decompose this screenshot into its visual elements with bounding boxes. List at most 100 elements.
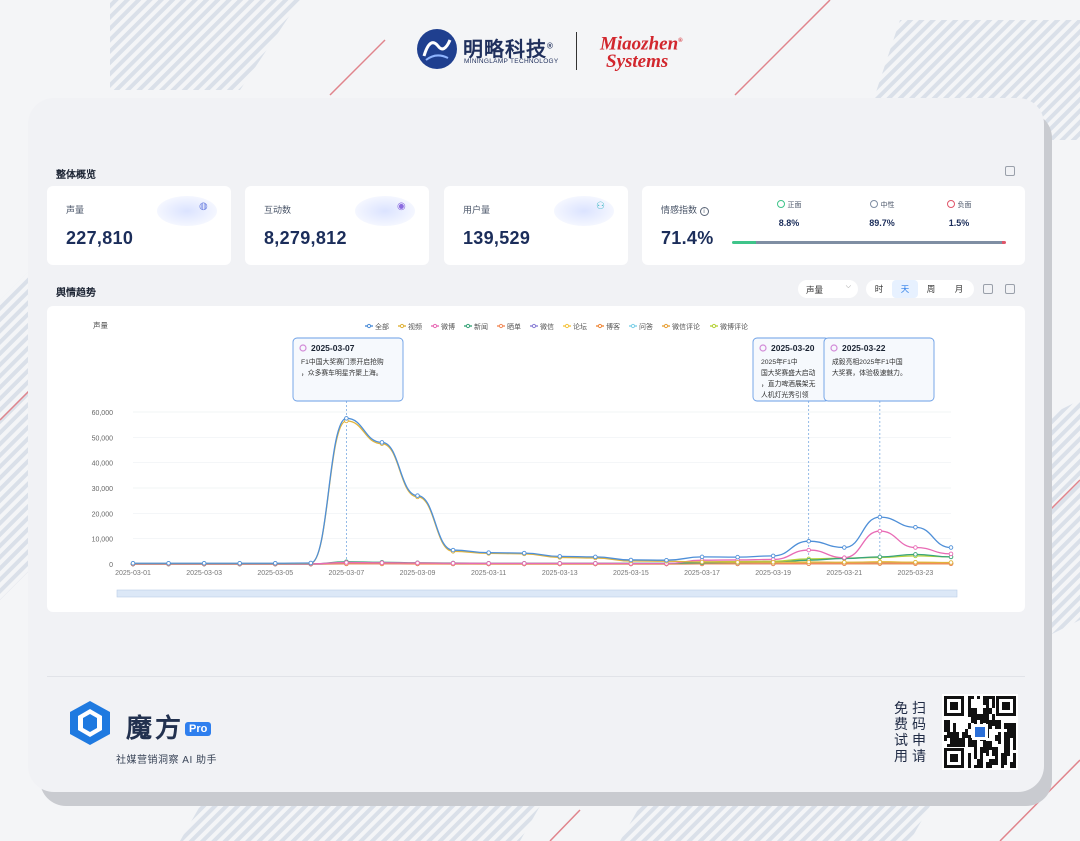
callout-date: 2025-03-20 bbox=[771, 343, 815, 353]
data-point bbox=[877, 559, 883, 565]
cta-free-trial: 免费试用 bbox=[894, 700, 908, 764]
legend-item: 晒单 bbox=[497, 322, 521, 331]
smile-icon bbox=[776, 200, 785, 208]
stat-value: 139,529 bbox=[463, 228, 531, 248]
data-point bbox=[593, 554, 598, 560]
data-point bbox=[273, 560, 278, 566]
legend-label: 问答 bbox=[639, 322, 653, 331]
download-icon[interactable] bbox=[1005, 284, 1015, 294]
stat-card-sentiment: 情感指数 i 71.4% 正面 8.8% 中性 89.7% 负面 1.5% bbox=[642, 186, 1025, 265]
x-tick-label: 2025-03-01 bbox=[115, 570, 151, 577]
overview-title: 整体概览 bbox=[56, 170, 96, 181]
company-subtitle: MININGLAMP TECHNOLOGY bbox=[464, 58, 559, 65]
legend-marker bbox=[498, 323, 504, 329]
footer-divider bbox=[47, 676, 1025, 677]
data-point bbox=[806, 538, 811, 544]
data-point bbox=[664, 557, 669, 563]
x-tick-label: 2025-03-15 bbox=[613, 570, 649, 577]
legend-item: 微博评论 bbox=[710, 322, 748, 331]
stat-label: 互动数 bbox=[264, 205, 292, 215]
stat-label: 声量 bbox=[66, 205, 85, 215]
legend-marker bbox=[597, 323, 603, 329]
legend-marker bbox=[711, 323, 717, 329]
data-point bbox=[806, 547, 811, 553]
x-tick-label: 2025-03-03 bbox=[186, 570, 222, 577]
data-point bbox=[166, 560, 171, 566]
neutral-face-icon bbox=[869, 200, 878, 208]
annotation-callout: 2025-03-20 2025年F1中国大奖赛盛大启动 ，直力啤酒展架无人机灯光秀引… bbox=[752, 337, 830, 402]
dashboard-card: 整体概览 声量 ◍ 227,810 互动数 ◉ 8,279,812 用户量 ⚇ … bbox=[28, 98, 1044, 792]
stat-glow bbox=[355, 196, 415, 226]
qr-code[interactable] bbox=[942, 694, 1018, 770]
data-point bbox=[877, 514, 883, 520]
sentiment-negative: 负面 1.5% bbox=[934, 200, 984, 228]
data-point bbox=[308, 560, 314, 566]
granularity-toggle: 时 天 周 月 bbox=[866, 280, 974, 298]
export-icon[interactable] bbox=[983, 284, 993, 294]
data-point bbox=[913, 525, 918, 530]
data-point bbox=[379, 440, 385, 445]
callout-date: 2025-03-22 bbox=[842, 343, 886, 353]
time-range-slider bbox=[116, 589, 958, 598]
data-point bbox=[770, 559, 776, 565]
metric-select[interactable]: 声量 ⌵ bbox=[798, 280, 858, 298]
info-icon: i bbox=[699, 207, 709, 216]
granularity-month[interactable]: 月 bbox=[946, 280, 972, 298]
data-point bbox=[913, 559, 918, 565]
x-tick-label: 2025-03-09 bbox=[400, 570, 436, 577]
data-point bbox=[699, 559, 705, 565]
callout-text: 大奖赛，体验极速魅力。 bbox=[832, 368, 907, 377]
y-tick-label: 60,000 bbox=[92, 410, 114, 417]
legend-label: 微博 bbox=[441, 322, 455, 331]
sentiment-positive: 正面 8.8% bbox=[764, 200, 814, 228]
stat-value: 8,279,812 bbox=[264, 228, 347, 248]
stat-glow bbox=[157, 196, 217, 226]
product-tagline: 社媒营销洞察 AI 助手 bbox=[116, 755, 218, 766]
legend-marker bbox=[432, 323, 438, 329]
x-tick-label: 2025-03-07 bbox=[328, 570, 364, 577]
legend-label: 视频 bbox=[408, 322, 422, 331]
y-tick-label: 20,000 bbox=[92, 511, 114, 518]
annotation-callout: 2025-03-07 F1中国大奖赛门票开启抢购 ，众多赛车明星齐聚上海。 bbox=[292, 337, 404, 402]
data-point bbox=[521, 561, 527, 566]
callout-text: 人机灯光秀引领 bbox=[761, 390, 809, 399]
data-point bbox=[450, 560, 456, 566]
data-point bbox=[913, 545, 918, 550]
user-icon: ⚇ bbox=[596, 201, 605, 212]
legend-item: 微信评论 bbox=[662, 322, 700, 331]
series-line bbox=[133, 417, 952, 564]
data-point bbox=[130, 560, 136, 566]
cta-scan-apply: 扫码申请 bbox=[912, 700, 926, 764]
data-point bbox=[557, 554, 563, 559]
logo-divider bbox=[576, 32, 577, 70]
frown-icon bbox=[946, 200, 955, 208]
stat-card-volume: 声量 ◍ 227,810 bbox=[47, 186, 231, 265]
granularity-week[interactable]: 周 bbox=[918, 280, 944, 298]
data-point bbox=[842, 555, 847, 560]
y-tick-label: 30,000 bbox=[92, 486, 114, 493]
data-point bbox=[344, 416, 349, 421]
legend-marker bbox=[663, 323, 669, 329]
chat-bubble-icon: ◉ bbox=[397, 201, 406, 212]
stat-glow bbox=[554, 196, 614, 226]
legend-item: 全部 bbox=[365, 322, 389, 331]
callout-text: ，直力啤酒展架无 bbox=[761, 379, 816, 388]
data-point bbox=[699, 554, 705, 560]
callout-text: 2025年F1中 bbox=[761, 357, 798, 366]
legend-label: 微博评论 bbox=[720, 322, 748, 331]
granularity-hour[interactable]: 时 bbox=[866, 280, 892, 298]
data-point bbox=[628, 557, 634, 563]
data-point bbox=[913, 552, 918, 557]
y-tick-label: 10,000 bbox=[92, 537, 114, 544]
stat-label: 用户量 bbox=[463, 205, 491, 215]
annotation-callout: 2025-03-22 成毅亮相2025年F1中国大奖赛，体验极速魅力。 bbox=[823, 337, 935, 402]
legend-item: 问答 bbox=[629, 322, 653, 331]
download-icon[interactable] bbox=[1005, 166, 1015, 176]
data-point bbox=[806, 559, 811, 565]
callout-text: 国大奖赛盛大启动 bbox=[761, 368, 816, 377]
sentiment-neutral: 中性 89.7% bbox=[869, 200, 895, 228]
company-reg-mark: ® bbox=[547, 41, 554, 51]
data-point bbox=[486, 561, 491, 566]
granularity-day[interactable]: 天 bbox=[892, 280, 918, 298]
legend-marker bbox=[630, 323, 636, 329]
